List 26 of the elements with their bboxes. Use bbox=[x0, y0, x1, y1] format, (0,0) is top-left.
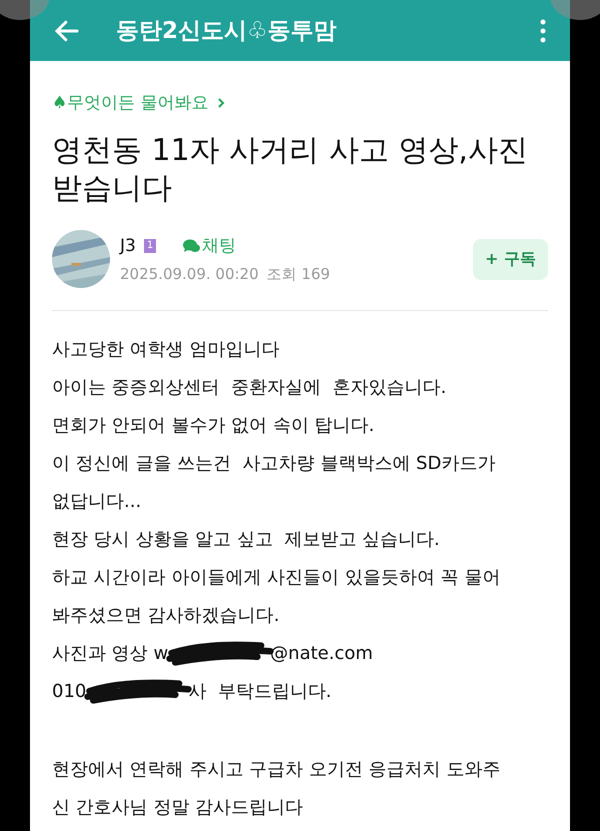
body-text: 010 bbox=[52, 680, 86, 704]
body-text: 봐주셨으면 감사하겠습니다. bbox=[52, 604, 280, 628]
chat-link[interactable]: 채팅 bbox=[182, 234, 236, 257]
body-text: 사 부탁드립니다. bbox=[188, 680, 332, 704]
body-text: 없답니다... bbox=[52, 490, 142, 514]
body-text: @nate.com bbox=[270, 642, 373, 666]
body-text: 현장에서 연락해 주시고 구급차 오기전 응급처치 도와주 bbox=[52, 758, 500, 782]
post-date: 2025.09.09. 00:20 bbox=[120, 265, 259, 284]
body-text: 사진과 영상 w bbox=[52, 642, 168, 666]
chevron-icon bbox=[216, 98, 225, 108]
body-text: 면회가 안되어 볼수가 없어 속이 탑니다. bbox=[52, 414, 374, 438]
more-icon[interactable] bbox=[540, 18, 546, 42]
level-badge: 1 bbox=[144, 238, 156, 252]
subscribe-button[interactable]: + 구독 bbox=[473, 238, 548, 280]
post-title: 영천동 11자 사거리 사고 영상,사진 받습니다 bbox=[52, 132, 529, 208]
author-name[interactable]: J3 bbox=[120, 236, 136, 256]
body-text: 아이는 중증외상센터 중환자실에 혼자있습니다. bbox=[52, 376, 446, 400]
view-count: 조회 169 bbox=[266, 265, 330, 284]
cafe-title: 동탄2신도시♧동투맘 bbox=[116, 17, 338, 46]
body-text: 현장 당시 상황을 알고 싶고 제보받고 싶습니다. bbox=[52, 528, 440, 552]
body-text: 하교 시간이라 아이들에게 사진들이 있을듯하여 꼭 물어 bbox=[52, 566, 500, 590]
body-text: 사고당한 여학생 엄마입니다 bbox=[52, 338, 280, 362]
body-text: 신 간호사님 정말 감사드립니다 bbox=[52, 796, 304, 820]
body-text: 이 정신에 글을 쓰는건 사고차량 블랙박스에 SD카드가 bbox=[52, 452, 496, 476]
category-link[interactable]: ♠무엇이든 물어봐요 bbox=[52, 91, 225, 114]
chat-icon bbox=[182, 238, 200, 253]
